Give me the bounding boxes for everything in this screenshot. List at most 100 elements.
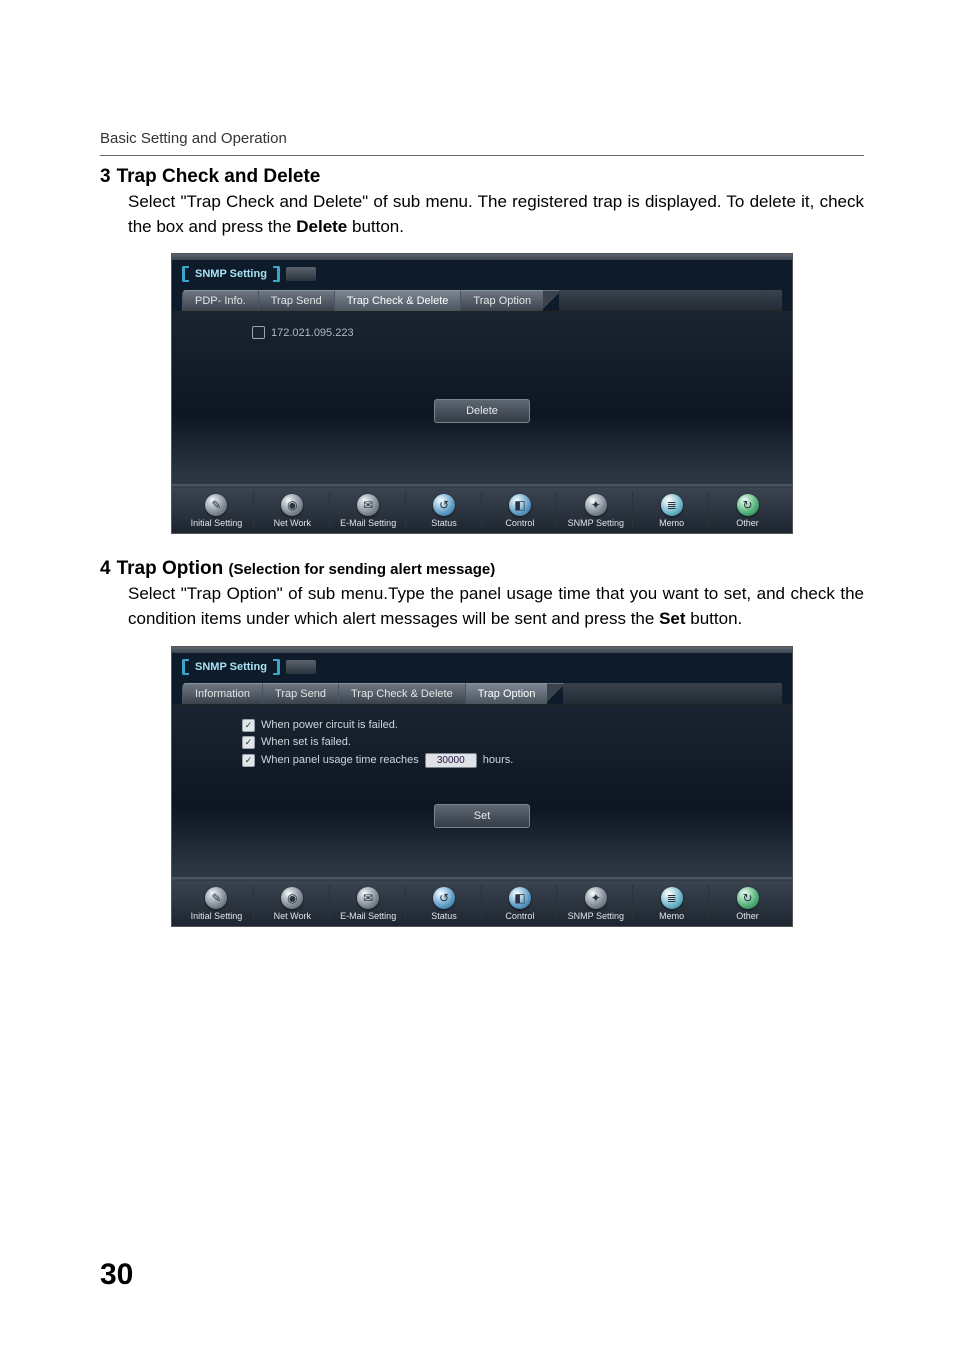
mail-icon: ✉ [357, 494, 379, 516]
nav-net-work[interactable]: ◉ Net Work [256, 885, 330, 922]
other-icon: ↻ [737, 887, 759, 909]
title-tail [286, 267, 316, 281]
nav-label: Other [736, 911, 759, 921]
control-icon: ◧ [509, 494, 531, 516]
cond-text: When set is failed. [261, 736, 351, 748]
cond-text: When power circuit is failed. [261, 719, 398, 731]
section-number: 4 [100, 558, 111, 580]
section-body-text: Select "Trap Option" of sub menu.Type th… [128, 584, 864, 628]
tab-trap-option[interactable]: Trap Option [465, 683, 548, 704]
nav-label: Status [431, 518, 457, 528]
section-body: Select "Trap Option" of sub menu.Type th… [128, 582, 864, 631]
tab-trap-check-delete[interactable]: Trap Check & Delete [334, 290, 461, 311]
tab-cut [547, 683, 563, 704]
nav-label: E-Mail Setting [340, 911, 396, 921]
ip-checkbox[interactable] [252, 326, 265, 339]
bracket-left-icon [182, 659, 189, 675]
section-subtitle: (Selection for sending alert message) [228, 561, 495, 578]
pencil-icon: ✎ [205, 887, 227, 909]
nav-label: Net Work [274, 911, 311, 921]
nav-label: Initial Setting [191, 518, 243, 528]
memo-icon: ≣ [661, 494, 683, 516]
nav-snmp-setting[interactable]: ✦ SNMP Setting [559, 885, 633, 922]
bottom-nav: ✎ Initial Setting ◉ Net Work ✉E-Mail Setti… [172, 881, 792, 926]
set-button[interactable]: Set [434, 804, 530, 828]
nav-snmp-setting[interactable]: ✦ SNMP Setting [559, 492, 633, 529]
nav-email-setting[interactable]: ✉E-Mail Setting [332, 885, 406, 922]
tab-trap-option[interactable]: Trap Option [460, 290, 543, 311]
nav-email-setting[interactable]: ✉ E-Mail Setting [332, 492, 406, 529]
control-icon: ◧ [509, 887, 531, 909]
cond-checkbox-hours[interactable]: ✓ [242, 754, 255, 767]
hours-suffix: hours. [483, 754, 514, 766]
nav-label: Memo [659, 518, 684, 528]
cond-checkbox-set[interactable]: ✓ [242, 736, 255, 749]
nav-label: SNMP Setting [568, 518, 624, 528]
tabs-tail [563, 683, 782, 704]
other-icon: ↻ [737, 494, 759, 516]
nav-label: Control [505, 911, 534, 921]
snmp-icon: ✦ [585, 887, 607, 909]
tab-bar: PDP- Info. Trap Send Trap Check & Delete… [182, 290, 782, 311]
tabs-tail [559, 290, 782, 311]
nav-label: Status [431, 911, 457, 921]
section-body: Select "Trap Check and Delete" of sub me… [128, 190, 864, 239]
bottom-nav: ✎ Initial Setting ◉ Net Work ✉ E-Mail Setti… [172, 488, 792, 533]
memo-icon: ≣ [661, 887, 683, 909]
nav-label: Control [505, 518, 534, 528]
ip-address: 172.021.095.223 [271, 327, 354, 339]
globe-icon: ◉ [281, 887, 303, 909]
globe-icon: ◉ [281, 494, 303, 516]
nav-memo[interactable]: ≣ Memo [635, 885, 709, 922]
tab-trap-check-delete[interactable]: Trap Check & Delete [338, 683, 465, 704]
hours-input[interactable] [425, 753, 477, 768]
section-body-tail: button. [347, 217, 404, 236]
screenshot-trap-check: SNMP Setting PDP- Info. Trap Send Trap C… [171, 253, 793, 534]
bracket-right-icon [273, 266, 280, 282]
cond-checkbox-power[interactable]: ✓ [242, 719, 255, 732]
bracket-left-icon [182, 266, 189, 282]
tab-pdp-info[interactable]: PDP- Info. [182, 290, 258, 311]
nav-status[interactable]: ↺ Status [408, 885, 482, 922]
nav-other[interactable]: ↻ Other [711, 885, 784, 922]
panel-title: SNMP Setting [195, 268, 267, 280]
header-separator [100, 155, 864, 156]
nav-label: Net Work [274, 518, 311, 528]
tab-bar: Information Trap Send Trap Check & Delet… [182, 683, 782, 704]
tab-cut [543, 290, 559, 311]
nav-memo[interactable]: ≣ Memo [635, 492, 709, 529]
snmp-icon: ✦ [585, 494, 607, 516]
nav-status[interactable]: ↺ Status [408, 492, 482, 529]
section-body-text: Select "Trap Check and Delete" of sub me… [128, 192, 864, 236]
nav-initial-setting[interactable]: ✎ Initial Setting [180, 492, 254, 529]
bracket-right-icon [273, 659, 280, 675]
nav-label: Memo [659, 911, 684, 921]
refresh-icon: ↺ [433, 887, 455, 909]
section-body-tail: button. [686, 609, 743, 628]
screenshot-trap-option: SNMP Setting Information Trap Send Trap … [171, 646, 793, 927]
delete-button[interactable]: Delete [434, 399, 530, 423]
section-title: Trap Check and Delete [117, 166, 321, 188]
section-body-strong: Set [659, 609, 685, 628]
nav-label: SNMP Setting [568, 911, 624, 921]
section-body-strong: Delete [296, 217, 347, 236]
panel-title: SNMP Setting [195, 661, 267, 673]
page-header: Basic Setting and Operation [100, 130, 864, 147]
tab-trap-send[interactable]: Trap Send [258, 290, 334, 311]
nav-control[interactable]: ◧ Control [484, 885, 558, 922]
nav-other[interactable]: ↻ Other [711, 492, 784, 529]
nav-control[interactable]: ◧ Control [484, 492, 558, 529]
tab-information[interactable]: Information [182, 683, 262, 704]
nav-net-work[interactable]: ◉ Net Work [256, 492, 330, 529]
refresh-icon: ↺ [433, 494, 455, 516]
section-number: 3 [100, 166, 111, 188]
pencil-icon: ✎ [205, 494, 227, 516]
title-tail [286, 660, 316, 674]
nav-label: Initial Setting [191, 911, 243, 921]
tab-trap-send[interactable]: Trap Send [262, 683, 338, 704]
section-title: Trap Option [117, 558, 229, 579]
nav-initial-setting[interactable]: ✎ Initial Setting [180, 885, 254, 922]
page-number: 30 [100, 1258, 133, 1292]
nav-label: E-Mail Setting [340, 518, 396, 528]
nav-label: Other [736, 518, 759, 528]
